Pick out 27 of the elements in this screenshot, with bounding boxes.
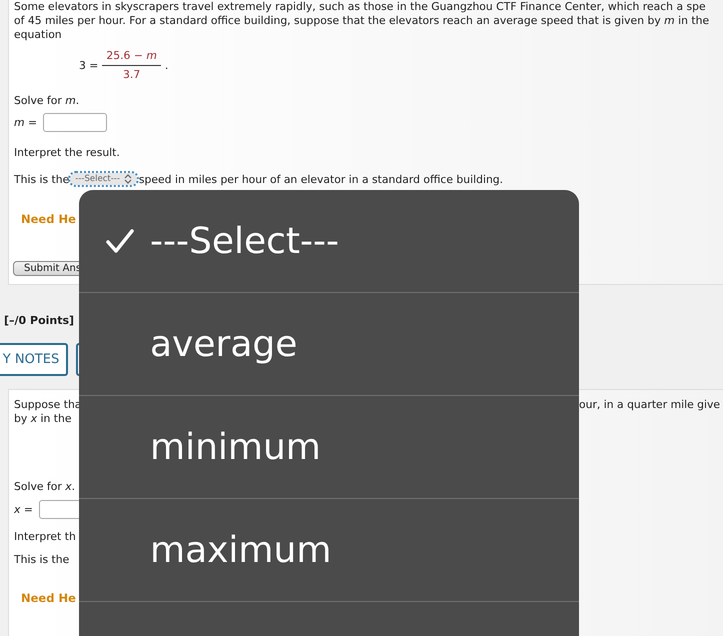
answer-field[interactable] <box>43 112 108 132</box>
equation-text: . <box>164 59 168 72</box>
prompt-text: Interpret th <box>14 530 77 544</box>
answer-label: m = <box>14 116 38 128</box>
prompt-text: Solve for x. <box>14 480 76 494</box>
select-dropdown[interactable]: ---Select--- <box>70 173 137 185</box>
numerator: 25.6 − m <box>102 49 161 66</box>
sentence-text: speed in miles per hour of an elevator in a standard office building. <box>138 172 504 186</box>
question-text: our, in a quarter mile give <box>579 398 720 412</box>
dropdown-option[interactable]: average <box>79 293 579 396</box>
question-text: Some elevators in skyscrapers travel extremely rapidly, such as those in the Guangzhou CTF Finance Center, which reach a spe <box>14 0 707 14</box>
chevrons-icon <box>124 174 132 184</box>
dropdown-option[interactable]: minimum <box>79 396 579 499</box>
equation-text: 3 = <box>79 59 98 72</box>
question-text: of 45 miles per hour. For a standard office building, suppose that the elevators reach an average speed that is given by m in the <box>14 14 710 28</box>
notes-button[interactable]: Y NOTES <box>0 343 68 376</box>
question-text: equation <box>14 28 63 42</box>
prompt-text: Solve for m. <box>14 94 80 108</box>
dropdown-option[interactable]: maximum <box>79 499 579 602</box>
sentence-text: This is the <box>14 552 70 566</box>
answer-label: x = <box>14 502 33 516</box>
sentence-text: This is the <box>14 172 70 186</box>
question-text: by x in the <box>14 412 73 426</box>
prompt-text: Interpret the result. <box>14 146 121 160</box>
denominator: 3.7 <box>123 67 140 82</box>
points-label: [–/0 Points] <box>4 314 74 327</box>
dropdown-option[interactable]: ---Select--- <box>79 190 579 293</box>
